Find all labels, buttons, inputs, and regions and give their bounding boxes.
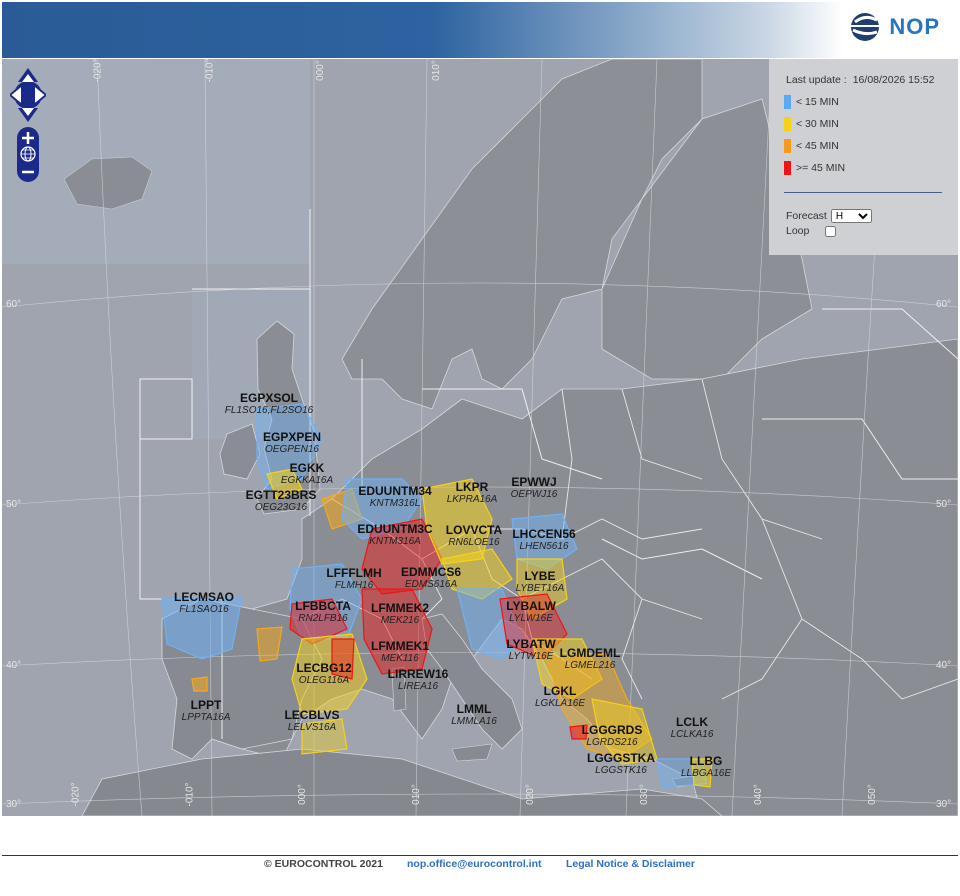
regulation-label[interactable]: LECBG12 OLEG116A bbox=[296, 662, 351, 687]
legend-swatch bbox=[784, 95, 791, 109]
regulation-label[interactable]: LECBLVS LELVS16A bbox=[284, 709, 339, 734]
legend-divider bbox=[784, 192, 942, 193]
regulation-label[interactable]: LOVVCTA RN6LOE16 bbox=[446, 524, 502, 549]
regulation-label[interactable]: LLBG LLBGA16E bbox=[681, 755, 731, 780]
regulation-label[interactable]: LFMMEK1 MEK116 bbox=[371, 640, 429, 665]
regulation-label[interactable]: LGMDEML LGMEL216 bbox=[560, 647, 621, 672]
lon-label: -010° bbox=[204, 59, 216, 83]
regulation-label[interactable]: LGGGSTKA LGGSTK16 bbox=[587, 752, 655, 777]
regulation-label[interactable]: LYBE LYBET16A bbox=[516, 570, 565, 595]
regulation-label[interactable]: LFFFLMH FLMH16 bbox=[326, 567, 381, 592]
lon-label: 010° bbox=[430, 60, 442, 81]
regulation-label[interactable]: EGTT23BRS OEG23G16 bbox=[246, 489, 317, 514]
regulation-label[interactable]: LKPR LKPRA16A bbox=[447, 481, 498, 506]
email-link[interactable]: nop.office@eurocontrol.int bbox=[407, 858, 541, 870]
forecast-select[interactable]: H bbox=[830, 209, 872, 223]
eurocontrol-logo-icon bbox=[849, 13, 882, 41]
lon-label: 010° bbox=[410, 784, 422, 805]
pan-zoom-controls[interactable] bbox=[8, 68, 48, 182]
regulation-label[interactable]: EGKK EGKKA16A bbox=[281, 462, 333, 487]
regulation-label[interactable]: EDUUNTM3C KNTM316A bbox=[357, 523, 432, 548]
regulation-label[interactable]: LMML LMMLA16 bbox=[451, 703, 497, 728]
regulation-label[interactable]: LGGGRDS LGRDS216 bbox=[582, 724, 643, 749]
lon-label: 050° bbox=[866, 784, 878, 805]
regulation-label[interactable]: LFMMEK2 MEK216 bbox=[371, 602, 429, 627]
lon-label: 020° bbox=[524, 784, 536, 805]
regulation-label[interactable]: EGPXSOL FL1SO16,FL2SO16 bbox=[225, 392, 313, 417]
legend-item: < 15 MIN bbox=[784, 95, 839, 109]
lat-label: 60° bbox=[936, 299, 952, 310]
nop-logo[interactable]: NOP bbox=[847, 10, 940, 44]
regulation-label[interactable]: LPPT LPPTA16A bbox=[182, 699, 231, 724]
lat-label: 50° bbox=[936, 499, 952, 510]
legend-swatch bbox=[784, 161, 791, 175]
loop-control: Loop bbox=[786, 225, 837, 237]
regulation-label[interactable]: EGPXPEN OEGPEN16 bbox=[263, 431, 321, 456]
legend-swatch bbox=[784, 139, 791, 153]
regulation-label[interactable]: EDMMCS6 EDMS616A bbox=[401, 566, 461, 591]
header-bar: NOP bbox=[2, 2, 958, 58]
lon-label: 000° bbox=[296, 784, 308, 805]
regulation-label[interactable]: LYBATW LYTW16E bbox=[506, 638, 555, 663]
regulation-label[interactable]: EPWWJ OEPWJ16 bbox=[511, 476, 558, 501]
lat-label: 50° bbox=[6, 499, 22, 510]
legend-item: < 45 MIN bbox=[784, 139, 839, 153]
lon-label: 040° bbox=[752, 784, 764, 805]
legend-panel: Last update :16/08/2026 15:52 < 15 MIN <… bbox=[769, 59, 958, 255]
footer-divider bbox=[2, 855, 958, 856]
lon-label: -010° bbox=[184, 782, 196, 807]
last-update: Last update :16/08/2026 15:52 bbox=[786, 74, 935, 86]
copyright: © EUROCONTROL 2021 bbox=[264, 858, 383, 870]
regulation-label[interactable]: LIRREW16 LIREA16 bbox=[388, 668, 449, 693]
lat-label: 30° bbox=[936, 799, 952, 810]
legend-swatch bbox=[784, 117, 791, 131]
regulation-label[interactable]: LYBALW LYLW16E bbox=[506, 600, 556, 625]
lat-label: 40° bbox=[936, 660, 952, 671]
loop-checkbox[interactable] bbox=[825, 225, 837, 237]
lat-label: 60° bbox=[6, 299, 22, 310]
legend-item: < 30 MIN bbox=[784, 117, 839, 131]
legal-notice-link[interactable]: Legal Notice & Disclaimer bbox=[566, 858, 695, 870]
map-navigation bbox=[8, 68, 48, 187]
logo-text: NOP bbox=[889, 14, 940, 39]
lon-label: -020° bbox=[92, 59, 104, 83]
lon-label: -020° bbox=[70, 782, 82, 807]
pan-arrows-icon[interactable] bbox=[8, 68, 48, 122]
regulation-label[interactable]: LGKL LGKLA16E bbox=[535, 685, 585, 710]
lat-label: 40° bbox=[6, 660, 22, 671]
europe-map[interactable]: -020° -010° 000° 010° -020° -010° 000° 0… bbox=[2, 59, 958, 816]
lat-label: 30° bbox=[6, 799, 22, 810]
lon-label: 000° bbox=[314, 60, 326, 81]
regulation-label[interactable]: LFBBCTA RN2LFB16 bbox=[295, 600, 351, 625]
regulation-label[interactable]: LHCCEN56 LHEN5616 bbox=[512, 528, 575, 553]
regulation-label[interactable]: LCLK LCLKA16 bbox=[671, 716, 714, 741]
regulation-label[interactable]: EDUUNTM34 KNTM316L bbox=[358, 485, 431, 510]
regulation-label[interactable]: LECMSAO FL1SAO16 bbox=[174, 591, 234, 616]
lon-label: 030° bbox=[638, 784, 650, 805]
forecast-control: Forecast H bbox=[786, 209, 872, 223]
legend-item: >= 45 MIN bbox=[784, 161, 845, 175]
